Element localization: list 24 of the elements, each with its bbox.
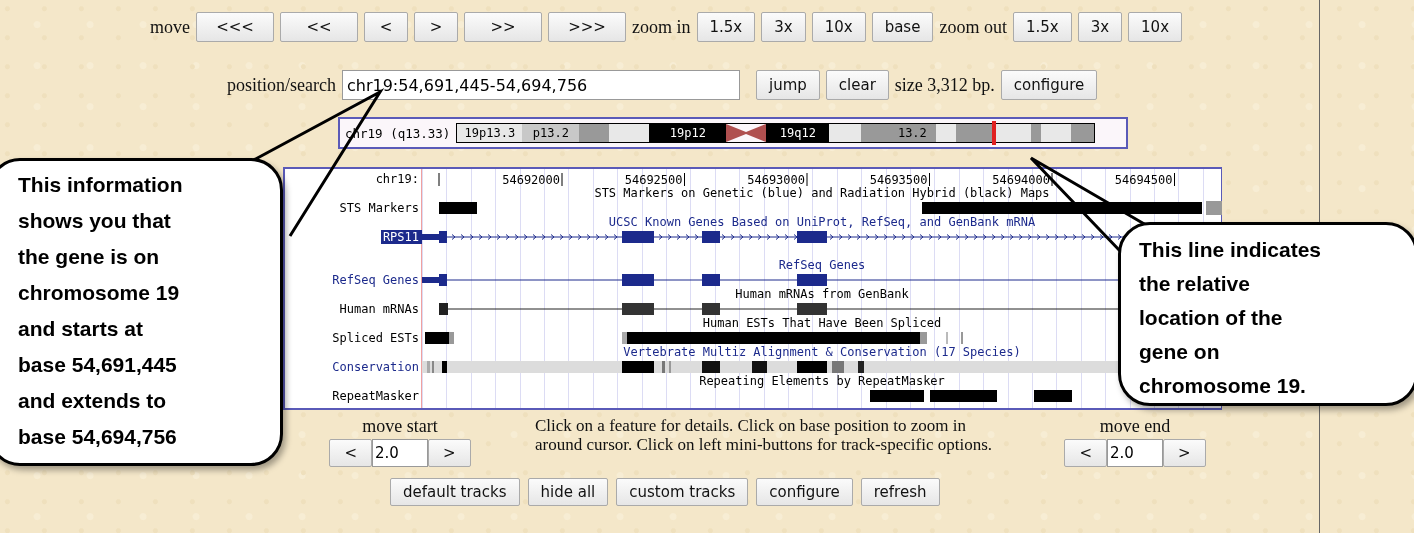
- track-title: UCSC Known Genes Based on UniProt, RefSeq, and GenBank mRNA: [608, 216, 1036, 229]
- callout-text: This line indicates the relative location of the gene on chromosome 19.: [1139, 237, 1323, 399]
- coordinate-label: 54694500: [1114, 173, 1173, 187]
- callout-text: This information shows you that the gene is on chromosome 19 and starts at base 54,691,445 and extends to base 54,694,756: [18, 172, 184, 450]
- track-title: Human ESTs That Have Been Spliced: [702, 317, 942, 330]
- track-title: RefSeq Genes: [778, 259, 866, 272]
- track-title: STS Markers on Genetic (blue) and Radiation Hybrid (black) Maps: [594, 187, 1050, 200]
- move-label: move end: [1099, 416, 1171, 437]
- help-text: Click on a feature for details. Click on base position to zoom in around cursor. Click on left mini-buttons for track-specific options.: [535, 416, 993, 456]
- zoom-in-label: zoom in: [632, 16, 691, 38]
- coordinate-label: 54693500: [869, 173, 928, 187]
- track-title: Repeating Elements by RepeatMasker: [699, 375, 945, 388]
- track-title: Human mRNAs from GenBank: [735, 288, 909, 301]
- move-label: move start: [362, 416, 438, 437]
- track-title: Vertebrate Multiz Alignment & Conservation (17 Species): [623, 346, 1021, 359]
- move-label: move: [150, 16, 190, 38]
- zoom-out-label: zoom out: [939, 16, 1007, 38]
- ruler-label: chr19:: [374, 172, 420, 186]
- coordinate-label: 54692500: [624, 173, 683, 187]
- size-text: size 3,312 bp.: [894, 74, 995, 96]
- search-label: position/search: [227, 74, 336, 96]
- coordinate-label: 54693000: [747, 173, 805, 187]
- coordinate-label: 54692000: [502, 173, 560, 187]
- coordinate-label: 54694000: [992, 173, 1050, 187]
